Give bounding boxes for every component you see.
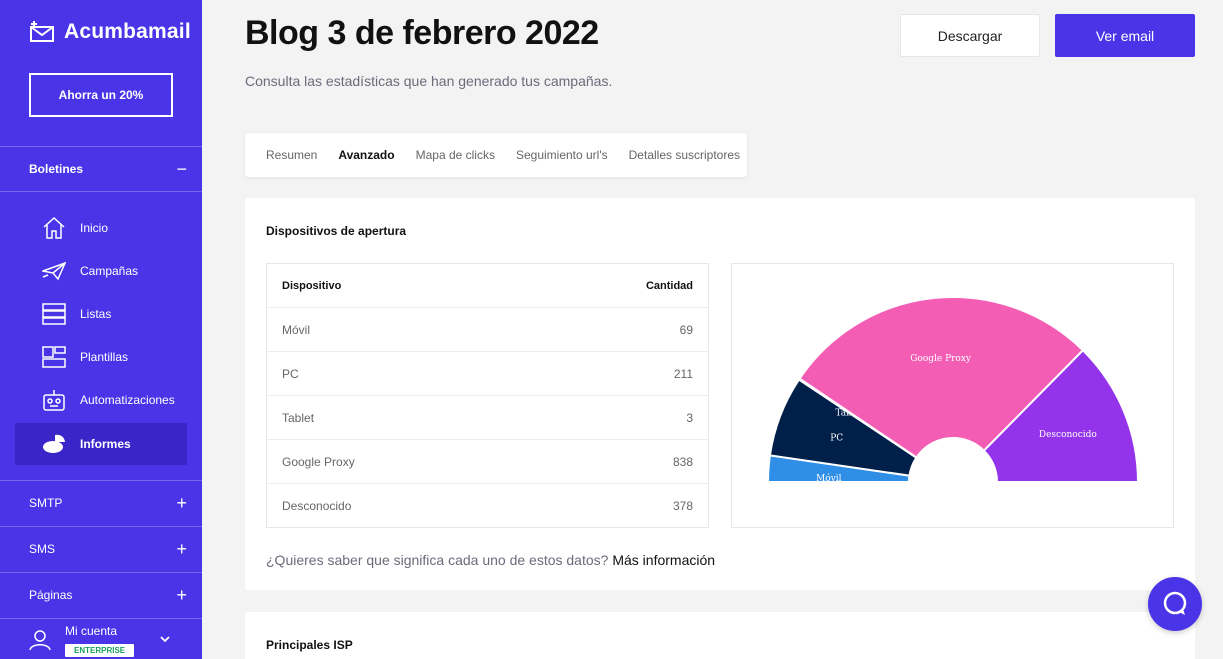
slice-label: PC: [830, 433, 843, 443]
divider: [0, 480, 202, 481]
table-row: Tablet 3: [267, 396, 708, 440]
home-icon: [43, 216, 65, 239]
collapse-icon[interactable]: −: [176, 160, 187, 178]
section-paginas[interactable]: Páginas +: [29, 586, 187, 604]
table-row: Móvil 69: [267, 308, 708, 352]
logo[interactable]: Acumbamail: [30, 20, 191, 44]
sidebar-item-informes[interactable]: Informes: [15, 423, 187, 465]
devices-title: Dispositivos de apertura: [266, 224, 407, 238]
sidebar-item-label: Informes: [80, 437, 131, 451]
slice-label: Móvil: [816, 473, 842, 484]
account-menu[interactable]: Mi cuenta ENTERPRISE: [0, 619, 202, 659]
divider: [0, 191, 202, 192]
section-boletines[interactable]: Boletines −: [29, 160, 187, 178]
device-count: 838: [672, 455, 693, 469]
device-count: 378: [672, 499, 693, 513]
device-name: Móvil: [282, 323, 311, 337]
device-name: PC: [282, 367, 299, 381]
device-count: 211: [673, 367, 693, 381]
report-tabs: Resumen Avanzado Mapa de clicks Seguimie…: [245, 133, 747, 177]
half-donut-chart: MóvilPCTabletGoogle ProxyDesconocido: [766, 296, 1140, 484]
col-count-header: Cantidad: [645, 280, 693, 292]
table-row: Desconocido 378: [267, 484, 708, 528]
device-count: 69: [679, 323, 693, 337]
device-count: 3: [686, 411, 693, 425]
sidebar-item-label: Plantillas: [80, 350, 129, 364]
sidebar-item-automatizaciones[interactable]: Automatizaciones: [15, 379, 187, 421]
page-title: Blog 3 de febrero 2022: [245, 14, 599, 52]
expand-icon[interactable]: +: [176, 586, 187, 604]
device-name: Google Proxy: [282, 455, 355, 469]
devices-chart: Móvil PC Tablet Google Proxy Desconocido: [731, 263, 1174, 528]
section-paginas-label: Páginas: [29, 588, 73, 602]
sidebar: Acumbamail Ahorra un 20% Boletines − Ini…: [0, 0, 202, 659]
slice-label: Desconocido: [1039, 430, 1097, 440]
divider: [0, 146, 202, 147]
tab-mapa-clicks[interactable]: Mapa de clicks: [416, 148, 495, 162]
table-row: PC 211: [267, 352, 708, 396]
robot-icon: [43, 390, 65, 411]
more-info-link[interactable]: Más información: [612, 552, 715, 568]
paper-plane-icon: [42, 261, 66, 281]
device-name: Tablet: [282, 411, 315, 425]
device-name: Desconocido: [282, 499, 352, 513]
tab-detalles-suscriptores[interactable]: Detalles suscriptores: [629, 148, 740, 162]
page-subtitle: Consulta las estadísticas que han genera…: [245, 73, 613, 89]
slice-label: Google Proxy: [910, 354, 972, 364]
brand-name: Acumbamail: [64, 20, 191, 43]
section-smtp[interactable]: SMTP +: [29, 494, 187, 512]
promo-button[interactable]: Ahorra un 20%: [29, 73, 173, 117]
template-icon: [42, 346, 66, 368]
info-question: ¿Quieres saber que significa cada uno de…: [266, 552, 609, 568]
account-label: Mi cuenta: [65, 624, 118, 638]
sidebar-item-label: Inicio: [80, 221, 109, 235]
section-smtp-label: SMTP: [29, 496, 63, 510]
sidebar-item-campanas[interactable]: Campañas: [15, 250, 187, 292]
devices-card: Dispositivos de apertura Dispositivo Can…: [245, 198, 1195, 590]
sidebar-item-inicio[interactable]: Inicio: [15, 207, 187, 249]
section-sms[interactable]: SMS +: [29, 540, 187, 558]
help-chat-button[interactable]: [1148, 577, 1202, 631]
view-email-button[interactable]: Ver email: [1055, 14, 1195, 57]
info-text: ¿Quieres saber que significa cada uno de…: [266, 552, 715, 568]
section-boletines-label: Boletines: [29, 162, 84, 176]
isp-card: Principales ISP: [245, 612, 1195, 659]
table-header: Dispositivo Cantidad: [267, 264, 708, 308]
devices-table: Dispositivo Cantidad Móvil 69 PC 211 Tab…: [266, 263, 709, 528]
divider: [0, 572, 202, 573]
section-sms-label: SMS: [29, 542, 56, 556]
table-row: Google Proxy 838: [267, 440, 708, 484]
tab-avanzado[interactable]: Avanzado: [338, 148, 394, 162]
sidebar-item-label: Listas: [80, 307, 112, 321]
sidebar-item-listas[interactable]: Listas: [15, 293, 187, 335]
tab-seguimiento-urls[interactable]: Seguimiento url's: [516, 148, 608, 162]
chat-bubble-icon: [1163, 591, 1187, 615]
chevron-down-icon[interactable]: [158, 632, 172, 646]
user-avatar-icon: [29, 630, 51, 650]
download-button[interactable]: Descargar: [900, 14, 1040, 57]
expand-icon[interactable]: +: [176, 540, 187, 558]
isp-title: Principales ISP: [266, 638, 353, 652]
sidebar-item-label: Automatizaciones: [80, 393, 175, 407]
mail-logo-icon: [30, 21, 54, 42]
sidebar-item-label: Campañas: [80, 264, 139, 278]
sidebar-item-plantillas[interactable]: Plantillas: [15, 336, 187, 378]
plan-badge: ENTERPRISE: [65, 644, 135, 657]
list-icon: [42, 303, 66, 325]
col-device-header: Dispositivo: [282, 280, 342, 292]
expand-icon[interactable]: +: [176, 494, 187, 512]
tab-resumen[interactable]: Resumen: [266, 148, 317, 162]
divider: [0, 526, 202, 527]
report-icon: [43, 434, 65, 453]
